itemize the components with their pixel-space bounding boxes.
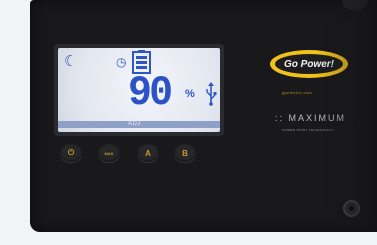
b-button-label: B <box>182 148 188 158</box>
moon-icon: ☾ <box>64 53 78 70</box>
remote-port-jack[interactable] <box>343 200 360 217</box>
power-button[interactable]: ⏻ <box>60 144 82 162</box>
a-button-label: A <box>145 148 151 158</box>
logo-text: Go Power! <box>275 54 343 74</box>
battery-percent-value: 90 <box>128 69 173 117</box>
percent-sign: % <box>185 88 195 100</box>
b-button[interactable]: B <box>174 144 196 162</box>
maximum-brand-text: :: MAXIMUM <box>275 113 346 123</box>
website-text: gpelectric.com <box>282 90 312 95</box>
power-icon: ⏻ <box>67 148 75 157</box>
max-button[interactable]: MAX <box>98 144 120 162</box>
mounting-screw <box>342 0 368 10</box>
maximum-subtitle: POWER POINT TECHNOLOGY <box>282 128 334 132</box>
lcd-bar-label: ADJ <box>128 121 141 127</box>
max-button-label: MAX <box>104 150 114 156</box>
a-button[interactable]: A <box>137 144 159 162</box>
lcd-display: ☾ ◷ 90 % ADJ <box>58 48 220 132</box>
clock-icon: ◷ <box>116 55 127 69</box>
usb-icon <box>206 82 217 106</box>
go-power-logo: Go Power! <box>270 50 348 78</box>
solar-controller-panel: ☾ ◷ 90 % ADJ ⏻ MAX A B Go Power! gpelect… <box>30 0 377 232</box>
